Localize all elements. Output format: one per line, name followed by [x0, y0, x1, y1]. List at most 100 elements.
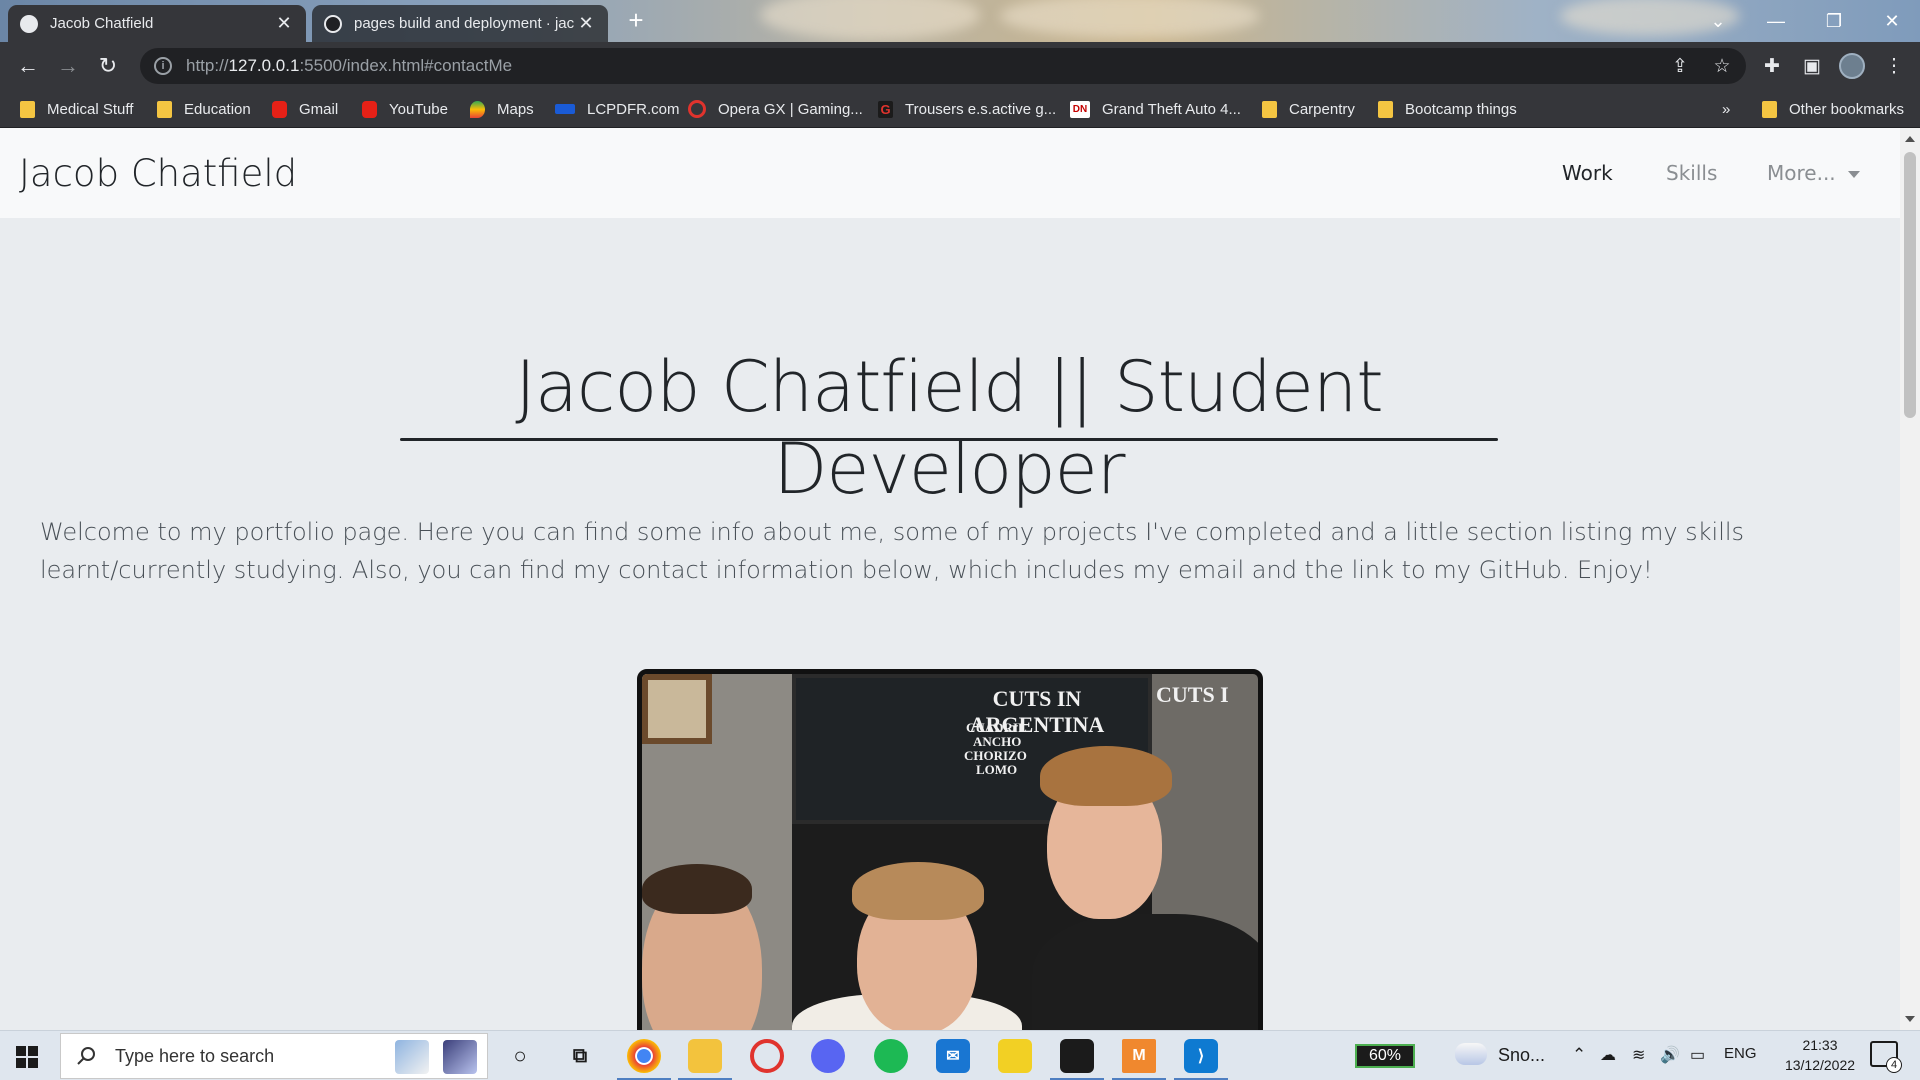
- tab-pages-build[interactable]: pages build and deployment · jac ✕: [312, 5, 608, 42]
- site-navbar: Jacob Chatfield Work Skills More...: [0, 128, 1900, 218]
- battery-widget[interactable]: 60%: [1355, 1044, 1415, 1068]
- side-panel-icon[interactable]: ▣: [1796, 50, 1828, 82]
- github-icon: [324, 14, 342, 33]
- bookmark-medical-stuff[interactable]: Medical Stuff: [20, 98, 133, 120]
- bookmark-label: Grand Theft Auto 4...: [1102, 100, 1241, 118]
- volume-icon[interactable]: 🔊: [1660, 1045, 1680, 1065]
- close-tab-icon[interactable]: ✕: [274, 13, 294, 34]
- intro-paragraph: Welcome to my portfolio page. Here you c…: [40, 518, 1745, 584]
- menu-kebab-icon[interactable]: ⋮: [1878, 50, 1910, 82]
- url-path: :5500/index.html#contactMe: [299, 56, 513, 75]
- file-explorer-icon[interactable]: [678, 1039, 732, 1080]
- windows-start-icon[interactable]: [16, 1046, 38, 1068]
- lcpdfr-icon: [555, 104, 575, 114]
- search-highlight-icon[interactable]: [443, 1040, 477, 1074]
- terminal-icon[interactable]: [1050, 1039, 1104, 1080]
- bookmark-star-icon[interactable]: ☆: [1706, 50, 1738, 82]
- back-button[interactable]: ←: [12, 50, 44, 82]
- folder-icon: [1378, 100, 1393, 118]
- reload-button[interactable]: ↻: [92, 50, 124, 82]
- person-hair: [852, 862, 984, 920]
- show-hidden-icons-icon[interactable]: ⌃: [1572, 1045, 1586, 1065]
- background-cloud: [760, 0, 980, 40]
- bookmark-label: Gmail: [299, 100, 339, 118]
- search-icon: [77, 1047, 95, 1065]
- bookmark-label: YouTube: [389, 100, 448, 118]
- bookmark-carpentry[interactable]: Carpentry: [1262, 98, 1355, 120]
- chrome-icon[interactable]: [617, 1039, 671, 1080]
- person-shirt: [1032, 914, 1258, 1030]
- url-scheme: http://: [186, 56, 229, 75]
- bookmark-other-bookmarks[interactable]: Other bookmarks: [1762, 98, 1904, 120]
- mail-icon[interactable]: ✉: [936, 1039, 970, 1073]
- clock-time: 21:33: [1802, 1037, 1838, 1053]
- nav-more-label: More...: [1767, 161, 1836, 185]
- nav-skills[interactable]: Skills: [1666, 161, 1717, 185]
- folder-icon: [1762, 100, 1777, 118]
- photo-picture-frame: [642, 674, 712, 744]
- maps-icon: [470, 100, 485, 118]
- forward-button[interactable]: →: [52, 50, 84, 82]
- bookmarks-overflow-button[interactable]: »: [1722, 98, 1730, 120]
- site-brand[interactable]: Jacob Chatfield: [19, 152, 297, 195]
- bookmark-gta4[interactable]: DN Grand Theft Auto 4...: [1070, 98, 1241, 120]
- vscode-icon[interactable]: ⟩: [1174, 1039, 1228, 1080]
- taskbar-search-box[interactable]: Type here to search: [60, 1033, 488, 1079]
- nav-more-dropdown[interactable]: More...: [1767, 161, 1860, 185]
- notifications-icon[interactable]: 4: [1870, 1041, 1902, 1073]
- cortana-icon[interactable]: ○: [503, 1039, 537, 1073]
- folder-icon: [20, 100, 35, 118]
- battery-icon[interactable]: ▭: [1690, 1045, 1705, 1065]
- clock[interactable]: 21:33 13/12/2022: [1772, 1035, 1868, 1075]
- bookmark-gmail[interactable]: Gmail: [272, 98, 338, 120]
- bookmark-label: Other bookmarks: [1789, 100, 1905, 118]
- language-indicator[interactable]: ENG: [1724, 1045, 1757, 1062]
- cloud-sync-icon[interactable]: ☁: [1600, 1045, 1616, 1065]
- gta-icon: DN: [1070, 100, 1090, 118]
- search-highlight-icon[interactable]: [395, 1040, 429, 1074]
- wifi-icon[interactable]: ≋: [1632, 1045, 1645, 1065]
- minimize-button[interactable]: —: [1748, 0, 1804, 42]
- bookmark-label: Trousers e.s.active g...: [905, 100, 1057, 118]
- bookmark-trousers[interactable]: G Trousers e.s.active g...: [878, 98, 1056, 120]
- extensions-icon[interactable]: ✚: [1756, 50, 1788, 82]
- spotify-icon[interactable]: [874, 1039, 908, 1073]
- url-host: 127.0.0.1: [228, 56, 300, 75]
- bookmark-lcpdfr[interactable]: LCPDFR.com: [555, 98, 680, 120]
- scrollbar-thumb[interactable]: [1904, 152, 1916, 418]
- bookmark-education[interactable]: Education: [157, 98, 251, 120]
- weather-text[interactable]: Sno...: [1498, 1045, 1545, 1066]
- bookmark-label: Education: [184, 100, 251, 118]
- nav-work[interactable]: Work: [1562, 161, 1613, 185]
- task-view-icon[interactable]: ⧉: [563, 1039, 597, 1073]
- tab-title: Jacob Chatfield: [50, 15, 154, 32]
- scroll-down-arrow-icon[interactable]: [1905, 1016, 1915, 1022]
- profile-avatar[interactable]: [1836, 50, 1868, 82]
- background-cloud: [1000, 0, 1260, 38]
- new-tab-button[interactable]: +: [622, 7, 650, 35]
- weather-icon[interactable]: [1455, 1043, 1487, 1065]
- tab-jacob-chatfield[interactable]: Jacob Chatfield ✕: [8, 5, 306, 42]
- bookmark-opera-gx[interactable]: Opera GX | Gaming...: [688, 98, 863, 120]
- site-info-icon[interactable]: i: [154, 57, 172, 75]
- hero-title: Jacob Chatfield || Student Developer: [515, 346, 1383, 510]
- restore-button[interactable]: ❐: [1806, 0, 1862, 42]
- page-scrollbar[interactable]: [1900, 128, 1920, 1030]
- bookmark-bootcamp-things[interactable]: Bootcamp things: [1378, 98, 1517, 120]
- opera-gx-icon[interactable]: [750, 1039, 784, 1073]
- discord-icon[interactable]: [811, 1039, 845, 1073]
- tab-search-icon[interactable]: ⌄: [1690, 0, 1746, 42]
- address-bar[interactable]: i http://127.0.0.1:5500/index.html#conta…: [140, 48, 1746, 84]
- scroll-up-arrow-icon[interactable]: [1905, 136, 1915, 142]
- bookmark-youtube[interactable]: YouTube: [362, 98, 448, 120]
- browser-toolbar: ← → ↻ i http://127.0.0.1:5500/index.html…: [0, 42, 1920, 90]
- mcafee-icon[interactable]: M: [1112, 1039, 1166, 1080]
- youtube-icon: [272, 100, 287, 118]
- close-tab-icon[interactable]: ✕: [576, 13, 596, 34]
- bookmark-label: Carpentry: [1289, 100, 1355, 118]
- bookmark-label: Opera GX | Gaming...: [718, 100, 863, 118]
- share-icon[interactable]: ⇪: [1664, 50, 1696, 82]
- bookmark-maps[interactable]: Maps: [470, 98, 534, 120]
- sticky-notes-icon[interactable]: [998, 1039, 1032, 1073]
- close-window-button[interactable]: ✕: [1864, 0, 1920, 42]
